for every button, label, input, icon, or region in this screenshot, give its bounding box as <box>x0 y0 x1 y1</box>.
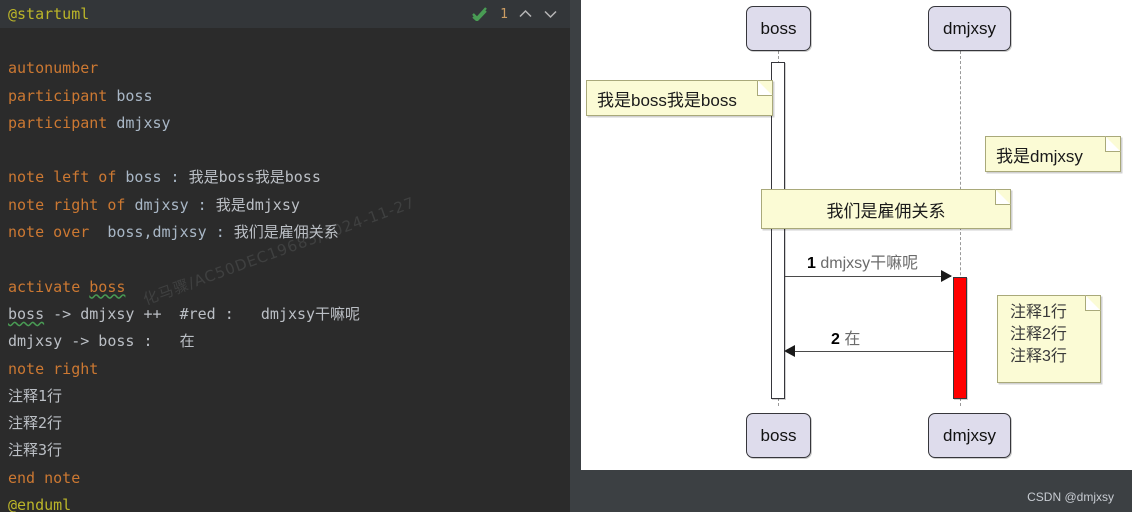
code-token: : <box>206 223 234 242</box>
participant-label: boss <box>760 425 797 445</box>
csdn-watermark: CSDN @dmjxsy <box>1027 490 1114 504</box>
code-token: : <box>188 195 216 214</box>
code-line[interactable]: 注释1行 <box>8 383 570 410</box>
message-line-2 <box>793 351 953 352</box>
chevron-up-icon[interactable] <box>518 8 533 20</box>
participant-label: dmjxsy <box>943 18 996 38</box>
diagram-preview-pane: boss dmjxsy boss dmjxsy 我是boss我是boss 我是d… <box>570 0 1132 512</box>
plantuml-editor-window: @startuml 1 autonumber participant boss … <box>0 0 1132 512</box>
code-token: 注释2行 <box>8 414 63 433</box>
code-line[interactable]: note right of dmjxsy : 我是dmjxsy <box>8 192 570 219</box>
code-token: autonumber <box>8 59 99 78</box>
code-token: boss <box>116 86 153 105</box>
activation-bar-dmjxsy <box>953 277 967 399</box>
note-text: 我是boss我是boss <box>597 90 737 110</box>
code-line[interactable]: activate boss <box>8 274 570 301</box>
note-right-multiline[interactable]: 注释1行 注释2行 注释3行 <box>997 295 1101 383</box>
note-fold-corner-icon <box>1105 136 1121 152</box>
participant-box-boss-top[interactable]: boss <box>746 6 811 51</box>
check-mark-icon[interactable] <box>472 7 488 21</box>
editor-header-bar: @startuml 1 <box>0 0 570 28</box>
code-token: : <box>161 168 189 187</box>
code-editor-pane[interactable]: @startuml 1 autonumber participant boss … <box>0 0 570 512</box>
note-line-3: 注释3行 <box>1010 348 1067 366</box>
code-token: participant <box>8 86 117 105</box>
code-line[interactable]: dmjxsy -> boss : 在 <box>8 328 570 355</box>
code-token: 注释1行 <box>8 386 63 405</box>
sequence-diagram-canvas[interactable]: boss dmjxsy boss dmjxsy 我是boss我是boss 我是d… <box>581 0 1132 470</box>
note-line-1: 注释1行 <box>1010 304 1067 321</box>
chevron-down-icon[interactable] <box>543 8 558 20</box>
code-token: 我是dmjxsy <box>215 195 300 214</box>
code-line[interactable]: @enduml <box>8 492 570 512</box>
activation-bar-boss <box>771 62 785 399</box>
code-token: note right <box>8 359 99 378</box>
code-line[interactable]: note over boss,dmjxsy : 我们是雇佣关系 <box>8 219 570 246</box>
participant-label: boss <box>760 18 797 38</box>
code-token: participant <box>8 113 117 132</box>
code-line[interactable] <box>8 28 570 55</box>
code-token: dmjxsy <box>116 113 171 132</box>
code-token: end note <box>8 468 81 487</box>
startuml-line[interactable]: @startuml <box>0 5 89 23</box>
code-lines-container[interactable]: autonumber participant boss participant dm… <box>0 28 570 512</box>
message-number-1: 1 <box>807 255 816 272</box>
code-token: boss <box>89 277 126 296</box>
code-token: boss,dmjxsy <box>98 223 207 242</box>
code-line[interactable]: boss -> dmjxsy ++ #red : dmjxsy干嘛呢 <box>8 301 570 328</box>
code-line[interactable]: participant dmjxsy <box>8 110 570 137</box>
message-label-2: 2 在 <box>831 325 860 349</box>
code-line[interactable]: autonumber <box>8 55 570 82</box>
message-arrowhead-2-icon <box>784 345 795 357</box>
note-fold-corner-icon <box>757 80 773 96</box>
code-token: activate <box>8 277 90 296</box>
participant-box-boss-bottom[interactable]: boss <box>746 413 811 458</box>
participant-box-dmjxsy-top[interactable]: dmjxsy <box>928 6 1011 51</box>
note-fold-corner-icon <box>1085 295 1101 311</box>
code-line[interactable]: note left of boss : 我是boss我是boss <box>8 164 570 191</box>
message-text-1: dmjxsy干嘛呢 <box>820 255 919 272</box>
code-token: boss <box>125 168 162 187</box>
note-text: 我们是雇佣关系 <box>826 201 946 221</box>
code-token: @enduml <box>8 496 72 512</box>
code-line[interactable]: end note <box>8 465 570 492</box>
inspection-count: 1 <box>500 6 508 22</box>
code-line[interactable]: 注释2行 <box>8 410 570 437</box>
editor-header-tools: 1 <box>472 0 570 28</box>
message-number-2: 2 <box>831 331 840 348</box>
participant-box-dmjxsy-bottom[interactable]: dmjxsy <box>928 413 1011 458</box>
code-token: boss <box>8 304 45 323</box>
code-token: 我是boss我是boss <box>188 168 321 187</box>
message-arrowhead-1-icon <box>941 270 952 282</box>
code-line[interactable]: note right <box>8 356 570 383</box>
code-token: -> dmjxsy ++ #red : dmjxsy干嘛呢 <box>44 304 361 323</box>
participant-label: dmjxsy <box>943 425 996 445</box>
note-line-2: 注释2行 <box>1010 326 1067 344</box>
note-left-of-boss[interactable]: 我是boss我是boss <box>586 80 773 116</box>
code-token: 我们是雇佣关系 <box>233 223 339 242</box>
note-over-boss-dmjxsy[interactable]: 我们是雇佣关系 <box>761 189 1011 229</box>
code-token: dmjxsy -> boss : 在 <box>8 332 195 351</box>
code-token: note right of <box>8 195 135 214</box>
code-token: note over <box>8 223 99 242</box>
code-line[interactable]: 注释3行 <box>8 437 570 464</box>
code-line[interactable]: participant boss <box>8 83 570 110</box>
code-token: note left of <box>8 168 126 187</box>
code-line[interactable] <box>8 246 570 273</box>
code-token: dmjxsy <box>134 195 189 214</box>
code-line[interactable] <box>8 137 570 164</box>
note-right-of-dmjxsy[interactable]: 我是dmjxsy <box>985 136 1121 172</box>
message-text-2: 在 <box>844 331 861 348</box>
message-line-1 <box>785 276 951 277</box>
note-fold-corner-icon <box>995 189 1011 205</box>
code-token: 注释3行 <box>8 441 63 460</box>
note-text: 我是dmjxsy <box>996 146 1083 166</box>
message-label-1: 1 dmjxsy干嘛呢 <box>807 249 918 273</box>
